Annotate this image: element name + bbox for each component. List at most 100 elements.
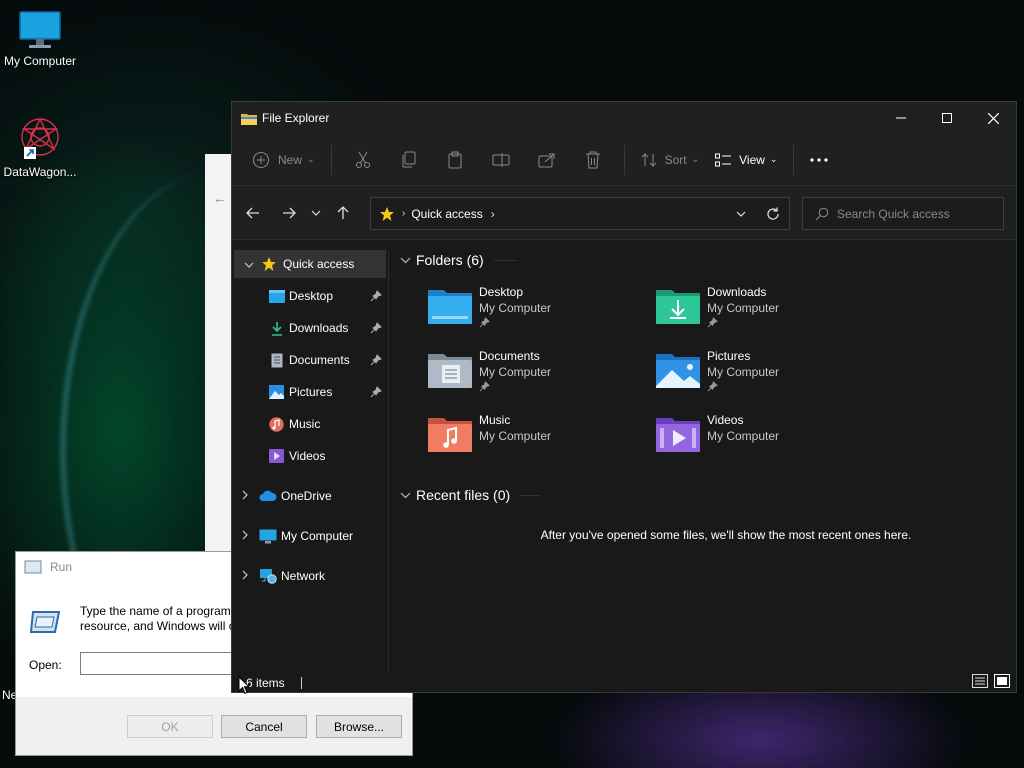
breadcrumb-quick-access[interactable]: Quick access bbox=[411, 207, 482, 221]
back-button[interactable] bbox=[238, 198, 268, 228]
paste-button[interactable] bbox=[440, 144, 470, 176]
pin-icon[interactable] bbox=[370, 354, 382, 366]
chevron-down-icon bbox=[736, 211, 746, 217]
desktop-icon-my-computer[interactable]: My Computer bbox=[0, 10, 80, 68]
folder-tile-music[interactable]: Music My Computer bbox=[424, 410, 644, 466]
refresh-button[interactable] bbox=[757, 207, 789, 221]
minimize-icon bbox=[896, 117, 906, 119]
chevron-right-icon[interactable] bbox=[242, 529, 248, 543]
forward-button[interactable] bbox=[274, 198, 304, 228]
sidebar-item-pictures[interactable]: Pictures bbox=[232, 378, 388, 406]
chevron-down-icon[interactable] bbox=[244, 257, 254, 271]
sidebar-item-my-computer[interactable]: My Computer bbox=[232, 522, 388, 550]
folder-tile-pictures[interactable]: Pictures My Computer bbox=[652, 346, 872, 402]
address-history-button[interactable] bbox=[725, 211, 757, 217]
folder-name: Pictures bbox=[707, 349, 751, 363]
details-view-icon bbox=[972, 674, 988, 688]
folders-heading: Folders (6) bbox=[416, 252, 484, 268]
search-box[interactable]: Search Quick access bbox=[802, 197, 1004, 230]
address-bar[interactable]: › Quick access › bbox=[370, 197, 790, 230]
share-button[interactable] bbox=[532, 144, 562, 176]
folder-location: My Computer bbox=[479, 365, 552, 379]
sidebar-item-label: Pictures bbox=[289, 385, 333, 399]
sidebar-item-quick-access[interactable]: Quick access bbox=[234, 250, 386, 278]
delete-button[interactable] bbox=[578, 144, 608, 176]
ellipsis-icon bbox=[810, 157, 829, 162]
folder-name: Music bbox=[479, 413, 511, 427]
sidebar-item-documents[interactable]: Documents bbox=[232, 346, 388, 374]
chevron-right-icon[interactable]: › bbox=[491, 207, 495, 221]
pin-icon[interactable] bbox=[370, 322, 382, 334]
sidebar-item-onedrive[interactable]: OneDrive bbox=[232, 482, 388, 510]
chevron-right-icon[interactable] bbox=[242, 569, 248, 583]
pin-icon bbox=[707, 381, 718, 392]
desktop-icon-label: My Computer bbox=[3, 54, 77, 68]
view-button[interactable]: View ⌄ bbox=[707, 144, 785, 176]
clipboard-icon bbox=[448, 151, 462, 168]
command-bar: New ⌄ Sort ⌄ View ⌄ bbox=[232, 134, 1016, 186]
minimize-button[interactable] bbox=[878, 102, 924, 134]
star-icon bbox=[262, 257, 276, 271]
copy-button[interactable] bbox=[394, 144, 424, 176]
new-button[interactable]: New ⌄ bbox=[244, 144, 323, 176]
section-divider bbox=[493, 259, 518, 261]
folders-section-header[interactable]: Folders (6) bbox=[400, 252, 518, 268]
chevron-right-icon[interactable] bbox=[242, 489, 248, 503]
desktop-folder-icon bbox=[428, 290, 472, 324]
browse-button[interactable]: Browse... bbox=[316, 715, 402, 738]
folder-location: My Computer bbox=[707, 301, 780, 315]
cancel-button[interactable]: Cancel bbox=[221, 715, 307, 738]
copy-icon bbox=[402, 151, 416, 167]
document-icon bbox=[271, 353, 283, 367]
tiles-view-button[interactable] bbox=[994, 674, 1010, 691]
sort-button[interactable]: Sort ⌄ bbox=[633, 144, 708, 176]
sidebar-item-label: Videos bbox=[289, 449, 326, 463]
desktop-folder-icon bbox=[269, 289, 285, 303]
sidebar-item-music[interactable]: Music bbox=[232, 410, 388, 438]
videos-folder-icon bbox=[656, 418, 700, 452]
toolbar-separator bbox=[793, 144, 795, 175]
ok-button[interactable]: OK bbox=[127, 715, 213, 738]
sidebar-item-downloads[interactable]: Downloads bbox=[232, 314, 388, 342]
sidebar-item-label: OneDrive bbox=[281, 489, 332, 503]
mouse-cursor-icon bbox=[238, 676, 250, 695]
details-view-button[interactable] bbox=[972, 674, 988, 691]
recent-files-heading: Recent files (0) bbox=[416, 487, 511, 503]
desktop-icon-label: DataWagon... bbox=[3, 165, 77, 179]
music-icon bbox=[269, 416, 284, 432]
desktop-icon-datawagon[interactable]: DataWagon... bbox=[0, 115, 80, 179]
pictures-folder-icon bbox=[656, 354, 700, 388]
sidebar-item-desktop[interactable]: Desktop bbox=[232, 282, 388, 310]
pin-icon bbox=[479, 317, 490, 328]
folder-tile-desktop[interactable]: Desktop My Computer bbox=[424, 282, 644, 338]
folder-name: Videos bbox=[707, 413, 744, 427]
folder-tile-downloads[interactable]: Downloads My Computer bbox=[652, 282, 872, 338]
recent-locations-button[interactable] bbox=[304, 198, 328, 228]
cloud-icon bbox=[259, 490, 277, 501]
pin-icon bbox=[479, 381, 490, 392]
folder-tile-videos[interactable]: Videos My Computer bbox=[652, 410, 872, 466]
rename-button[interactable] bbox=[486, 144, 516, 176]
pin-icon[interactable] bbox=[370, 386, 382, 398]
close-button[interactable] bbox=[970, 102, 1016, 134]
pin-icon[interactable] bbox=[370, 290, 382, 302]
run-description: Type the name of a program, resource, an… bbox=[80, 604, 236, 633]
folder-name: Desktop bbox=[479, 285, 524, 299]
item-count: 6 items bbox=[246, 676, 285, 690]
star-icon bbox=[380, 206, 394, 221]
recent-files-section-header[interactable]: Recent files (0) bbox=[400, 487, 541, 503]
title-bar[interactable]: File Explorer bbox=[232, 102, 1016, 134]
toolbar-separator bbox=[623, 144, 625, 175]
maximize-button[interactable] bbox=[924, 102, 970, 134]
cut-button[interactable] bbox=[348, 144, 378, 176]
chevron-right-icon: › bbox=[402, 208, 406, 219]
more-options-button[interactable] bbox=[802, 144, 836, 176]
folder-tile-documents[interactable]: Documents My Computer bbox=[424, 346, 644, 402]
folder-location: My Computer bbox=[707, 429, 780, 443]
sidebar-item-network[interactable]: Network bbox=[232, 562, 388, 590]
up-button[interactable] bbox=[328, 198, 358, 228]
share-icon bbox=[538, 153, 555, 167]
folder-location: My Computer bbox=[707, 365, 780, 379]
sidebar-item-videos[interactable]: Videos bbox=[232, 442, 388, 470]
sidebar-item-label: Documents bbox=[289, 353, 350, 367]
